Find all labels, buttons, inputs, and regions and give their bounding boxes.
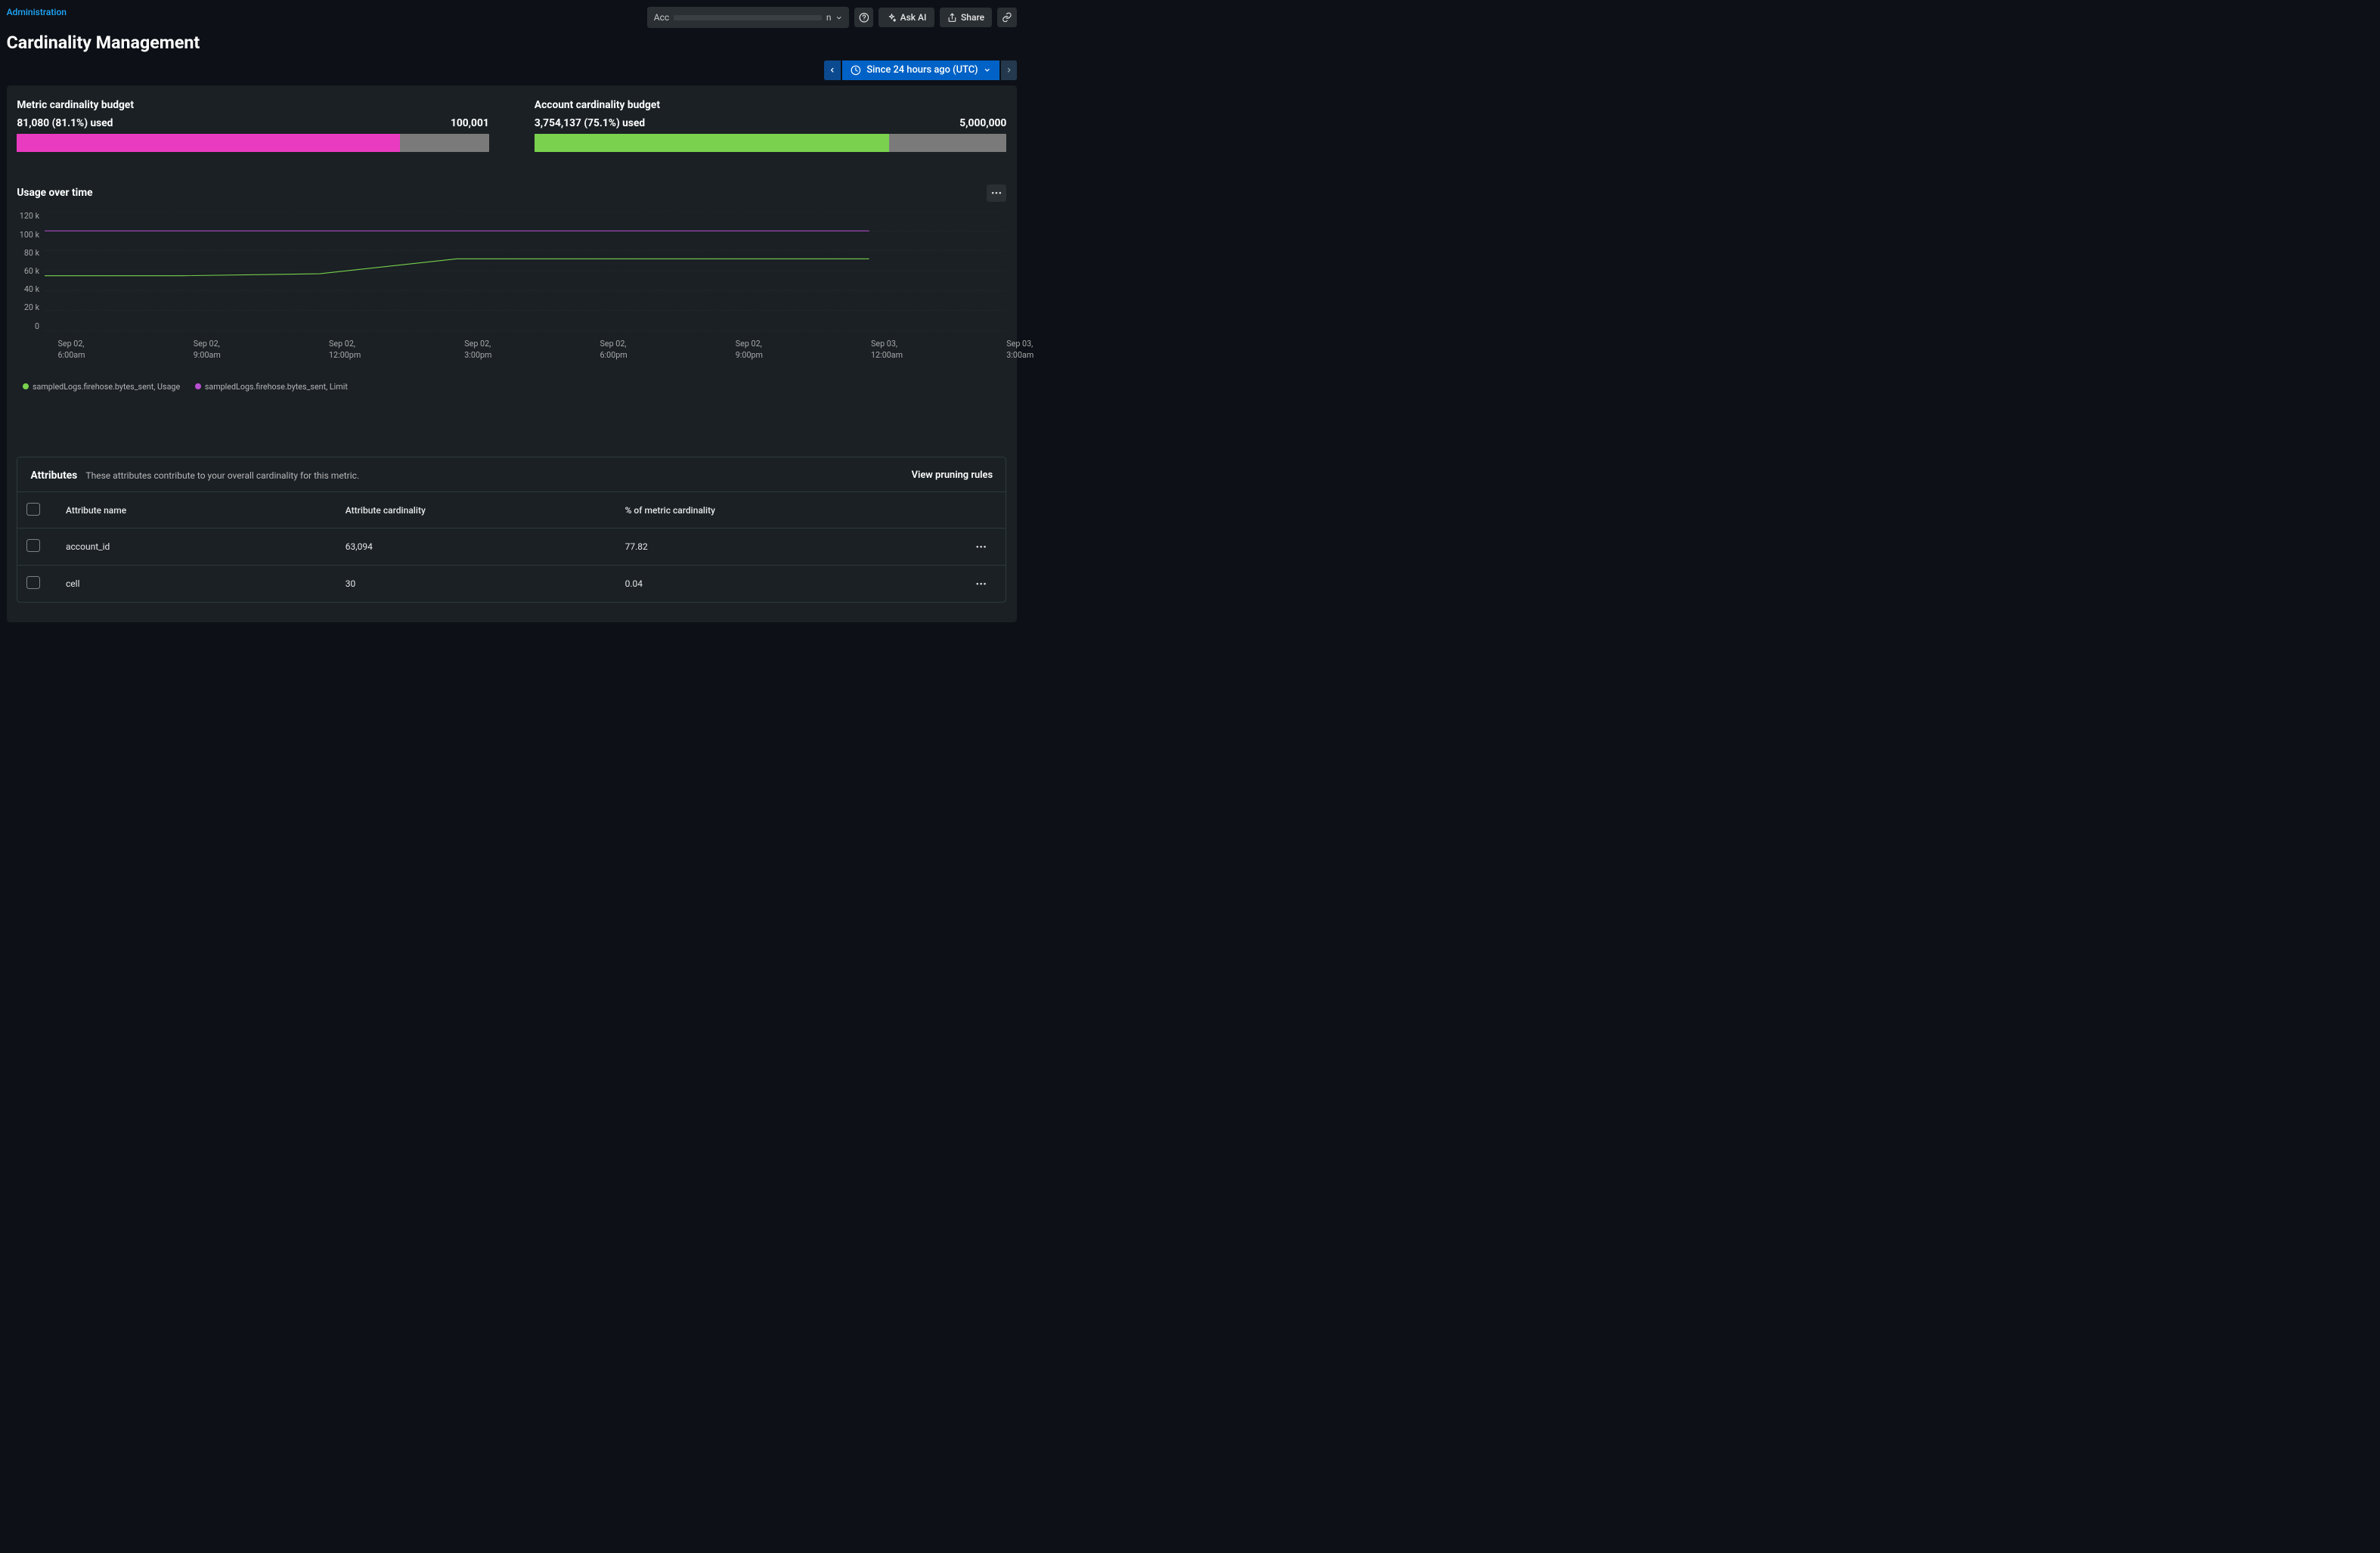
row-actions-menu[interactable]: ••• [976,542,987,552]
usage-chart-plot [45,211,1006,330]
select-all-checkbox[interactable] [26,503,39,516]
attributes-table: Attribute name Attribute cardinality % o… [17,491,1006,602]
y-axis-tick: 80 k [24,248,39,258]
y-axis-tick: 60 k [24,266,39,276]
table-row[interactable]: account_id63,09477.82 ••• [17,529,1006,566]
y-axis-tick: 0 [35,321,39,331]
attributes-panel: Attributes These attributes contribute t… [17,457,1006,603]
x-axis-tick: Sep 03,3:00am [1006,339,1142,361]
cell-metric-cardinality-pct: 77.82 [616,529,967,566]
col-metric-cardinality-pct[interactable]: % of metric cardinality [616,491,967,529]
legend-label: sampledLogs.firehose.bytes_sent, Limit [205,382,348,392]
ask-ai-button[interactable]: Ask AI [879,8,934,27]
ellipsis-icon: ••• [991,188,1003,198]
breadcrumb-administration[interactable]: Administration [7,7,67,17]
row-actions-menu[interactable]: ••• [976,579,987,589]
account-selector-mask [674,15,822,20]
x-axis-tick: Sep 03,12:00am [871,339,1006,361]
usage-chart-menu[interactable]: ••• [987,184,1006,201]
account-budget-progress-fill [535,134,889,152]
y-axis-tick: 100 k [20,230,39,240]
usage-chart: 120 k 100 k 80 k 60 k 40 k 20 k 0 Sep 02,6:00a… [17,211,1006,391]
legend-label: sampledLogs.firehose.bytes_sent, Usage [33,382,180,392]
account-budget-block: Account cardinality budget 3,754,137 (75… [535,99,1006,153]
account-budget-total: 5,000,000 [959,117,1006,129]
account-selector-prefix: Acc [654,12,669,23]
view-pruning-rules-link[interactable]: View pruning rules [912,470,993,481]
chevron-down-icon [984,67,990,73]
share-label: Share [961,12,984,23]
chevron-right-icon [1006,67,1012,73]
account-selector-suffix: n [826,12,832,23]
help-button[interactable] [854,8,874,27]
chevron-down-icon [835,14,842,21]
share-button[interactable]: Share [940,8,993,27]
link-icon [1002,12,1012,23]
metric-budget-progress [17,134,488,152]
metric-budget-title: Metric cardinality budget [17,99,488,111]
cell-attribute-cardinality: 30 [336,566,616,602]
help-icon [859,12,869,23]
legend-dot-icon [195,383,201,389]
row-checkbox[interactable] [26,539,39,552]
attributes-title: Attributes [31,470,78,482]
x-axis-tick: Sep 02,12:00pm [329,339,464,361]
page-title: Cardinality Management [0,32,1024,60]
ellipsis-icon: ••• [976,542,987,552]
sparkle-icon [887,13,897,23]
y-axis-tick: 20 k [24,302,39,312]
x-axis-tick: Sep 02,6:00pm [600,339,736,361]
account-selector[interactable]: Acc n [647,7,849,28]
cell-attribute-name: account_id [57,529,336,566]
legend-item[interactable]: sampledLogs.firehose.bytes_sent, Limit [195,382,348,392]
share-icon [947,13,957,23]
time-range-prev[interactable] [824,60,841,80]
cell-metric-cardinality-pct: 0.04 [616,566,967,602]
metric-budget-used: 81,080 (81.1%) used [17,117,113,129]
metric-budget-block: Metric cardinality budget 81,080 (81.1%)… [17,99,488,153]
clock-icon [851,65,861,76]
account-budget-progress [535,134,1006,152]
cell-attribute-cardinality: 63,094 [336,529,616,566]
x-axis-tick: Sep 02,6:00am [58,339,194,361]
x-axis-tick: Sep 02,9:00pm [736,339,871,361]
attributes-subtitle: These attributes contribute to your over… [85,470,359,481]
time-range-label: Since 24 hours ago (UTC) [866,64,978,76]
col-attribute-name[interactable]: Attribute name [57,491,336,529]
x-axis-tick: Sep 02,3:00pm [464,339,600,361]
y-axis-tick: 120 k [20,211,39,221]
main-content-card: Metric cardinality budget 81,080 (81.1%)… [7,85,1017,622]
usage-chart-title: Usage over time [17,187,92,199]
cell-attribute-name: cell [57,566,336,602]
legend-dot-icon [23,383,29,389]
x-axis-tick: Sep 02,9:00am [194,339,329,361]
time-range-next[interactable] [1001,60,1018,80]
ellipsis-icon: ••• [976,579,987,589]
legend-item[interactable]: sampledLogs.firehose.bytes_sent, Usage [23,382,180,392]
account-budget-used: 3,754,137 (75.1%) used [535,117,645,129]
row-checkbox[interactable] [26,576,39,589]
metric-budget-progress-fill [17,134,399,152]
col-attribute-cardinality[interactable]: Attribute cardinality [336,491,616,529]
metric-budget-total: 100,001 [451,117,489,129]
account-budget-title: Account cardinality budget [535,99,1006,111]
chevron-left-icon [829,67,835,73]
chart-series-line [45,259,869,276]
link-button[interactable] [997,8,1017,27]
ask-ai-label: Ask AI [900,12,927,23]
time-range-picker[interactable]: Since 24 hours ago (UTC) [842,60,999,80]
table-row[interactable]: cell300.04 ••• [17,566,1006,602]
y-axis-tick: 40 k [24,284,39,294]
